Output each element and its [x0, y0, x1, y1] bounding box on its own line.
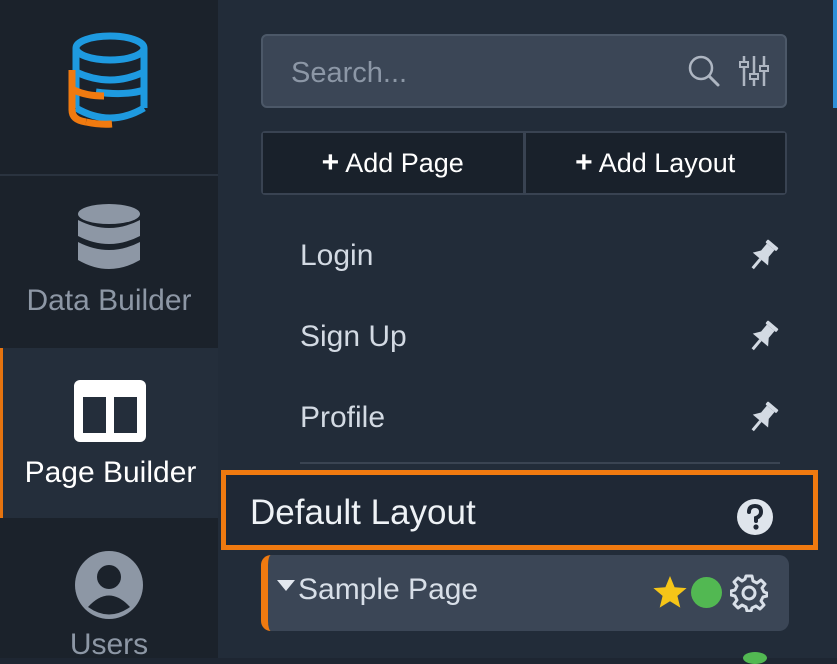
- search-input[interactable]: [289, 50, 673, 96]
- database-logo-icon: [68, 32, 148, 128]
- app-sidebar: Data Builder Page Builder Users: [0, 0, 218, 661]
- layout-page-label: Sample Page: [298, 573, 479, 606]
- gear-icon[interactable]: [730, 574, 768, 612]
- page-builder-panel: + Add Page + Add Layout Login Sign Up: [218, 0, 837, 664]
- nav-data-builder[interactable]: Data Builder: [0, 176, 218, 348]
- add-layout-label: Add Layout: [598, 147, 736, 178]
- status-dot-icon: [743, 652, 767, 664]
- plus-icon: +: [321, 146, 340, 179]
- search-box: [261, 34, 787, 108]
- star-icon[interactable]: [652, 575, 688, 609]
- page-item-sign-up[interactable]: Sign Up: [300, 307, 780, 367]
- columns-layout-icon: [74, 380, 146, 442]
- page-item-label: Login: [300, 239, 374, 272]
- caret-down-icon[interactable]: [277, 580, 295, 591]
- add-page-button[interactable]: + Add Page: [263, 133, 523, 193]
- layout-page-item-sample-page[interactable]: Sample Page: [261, 555, 789, 631]
- pin-icon[interactable]: [746, 320, 780, 354]
- add-page-label: Add Page: [345, 147, 464, 178]
- help-icon[interactable]: [736, 498, 774, 536]
- page-item-label: Profile: [300, 401, 386, 434]
- user-circle-icon: [75, 551, 143, 619]
- layout-title: Default Layout: [250, 493, 476, 532]
- plus-icon: +: [575, 146, 593, 179]
- scrollbar-indicator[interactable]: [833, 0, 837, 108]
- page-item-label: Sign Up: [300, 320, 407, 353]
- add-layout-button[interactable]: + Add Layout: [522, 133, 785, 193]
- pin-icon[interactable]: [746, 401, 780, 435]
- app-logo[interactable]: [0, 0, 218, 176]
- layout-section-header[interactable]: Default Layout: [221, 470, 818, 550]
- nav-users[interactable]: Users: [0, 518, 218, 661]
- add-actions: + Add Page + Add Layout: [261, 131, 787, 195]
- pin-icon[interactable]: [746, 239, 780, 273]
- nav-users-label: Users: [69, 628, 149, 661]
- nav-page-builder-label: Page Builder: [24, 456, 197, 489]
- search-icon[interactable]: [687, 54, 721, 88]
- page-item-profile[interactable]: Profile: [300, 388, 780, 448]
- nav-data-builder-label: Data Builder: [26, 284, 192, 317]
- database-icon: [78, 204, 140, 269]
- page-item-login[interactable]: Login: [300, 226, 780, 286]
- nav-page-builder[interactable]: Page Builder: [0, 348, 218, 518]
- status-dot-icon: [691, 577, 722, 608]
- filter-sliders-icon[interactable]: [739, 54, 769, 88]
- divider: [300, 462, 780, 464]
